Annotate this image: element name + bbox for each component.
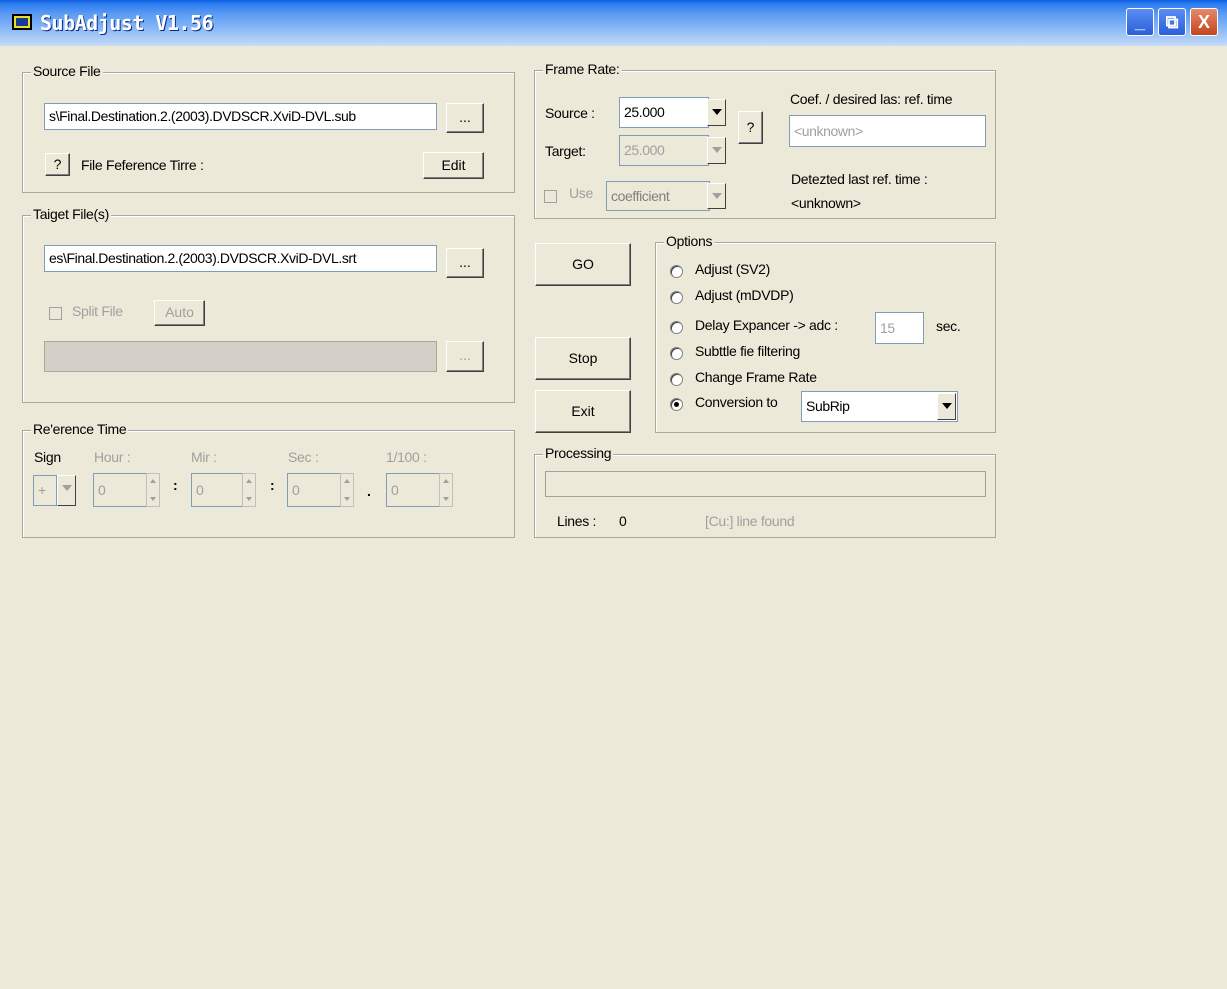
hundredth-label: 1/100 : xyxy=(386,449,427,465)
edit-button[interactable]: Edit xyxy=(423,152,484,179)
split-browse-button[interactable]: ... xyxy=(446,341,484,372)
option-delay-expander-radio[interactable] xyxy=(670,321,683,334)
use-label: Use xyxy=(569,185,593,201)
sec-hundredth-separator: . xyxy=(367,483,371,499)
coef-input[interactable]: <unknown> xyxy=(789,115,986,147)
detected-ref-time-label: Detezted last ref. time : xyxy=(791,171,928,187)
reference-time-legend: Re'erence Time xyxy=(31,421,129,437)
option-adjust-sv2-label: Adjust (SV2) xyxy=(695,261,770,277)
minimize-button[interactable]: _ xyxy=(1126,8,1154,36)
reference-time-group: Re'erence Time Sign Hour : Mir : Sec : 1… xyxy=(22,421,515,538)
processing-group: Processing Lines : 0 [Cu:] line found xyxy=(534,445,996,538)
split-file-label: Split File xyxy=(72,303,123,319)
sec-spinner[interactable] xyxy=(340,473,354,507)
options-legend: Options xyxy=(664,233,715,249)
source-rate-dropdown-arrow[interactable] xyxy=(707,99,726,126)
sec-input[interactable]: 0 xyxy=(287,473,341,507)
detected-ref-time-value: <unknown> xyxy=(791,195,861,211)
lines-count: 0 xyxy=(619,513,627,529)
conversion-format-select[interactable]: SubRip xyxy=(801,391,958,422)
hundredth-input[interactable]: 0 xyxy=(386,473,440,507)
frame-rates-legend: Frame Rate: xyxy=(543,61,622,77)
lines-label: Lines : xyxy=(557,513,597,529)
hour-min-separator: : xyxy=(173,477,178,493)
option-subtitle-filtering-label: Subttle fie filtering xyxy=(695,343,800,359)
target-rate-label: Target: xyxy=(545,143,586,159)
source-rate-label: Source : xyxy=(545,105,595,121)
sign-label: Sign xyxy=(34,449,61,465)
file-reference-time-label: File Feference Tirre : xyxy=(81,157,204,173)
source-file-legend: Source File xyxy=(31,63,103,79)
sign-select[interactable]: + xyxy=(33,475,57,506)
restore-button[interactable]: ⧉ xyxy=(1158,8,1186,36)
delay-unit-label: sec. xyxy=(936,318,961,334)
min-sec-separator: : xyxy=(270,477,275,493)
frame-rates-group: Frame Rate: Source : 25.000 Target: 25.0… xyxy=(534,61,996,219)
option-change-frame-rate-radio[interactable] xyxy=(670,373,683,386)
min-input[interactable]: 0 xyxy=(191,473,243,507)
delay-seconds-input[interactable]: 15 xyxy=(875,312,924,344)
use-mode-dropdown-arrow[interactable] xyxy=(707,183,726,209)
conversion-format-dropdown-arrow[interactable] xyxy=(937,393,956,420)
app-icon xyxy=(12,14,32,30)
go-button[interactable]: GO xyxy=(535,243,631,286)
target-rate-dropdown-arrow[interactable] xyxy=(707,137,726,164)
split-output-field[interactable] xyxy=(44,341,437,372)
title-bar: SubAdjust V1.56 _ ⧉ X xyxy=(0,0,1227,46)
sec-label: Sec : xyxy=(288,449,319,465)
min-label: Mir : xyxy=(191,449,217,465)
source-rate-select[interactable]: 25.000 xyxy=(619,97,709,128)
target-rate-select[interactable]: 25.000 xyxy=(619,135,709,166)
use-coefficient-checkbox[interactable] xyxy=(544,190,557,203)
option-adjust-sv2-radio[interactable] xyxy=(670,265,683,278)
exit-button[interactable]: Exit xyxy=(535,390,631,433)
hour-input[interactable]: 0 xyxy=(93,473,147,507)
option-adjust-mdvdp-radio[interactable] xyxy=(670,291,683,304)
stop-button[interactable]: Stop xyxy=(535,337,631,380)
source-file-path-input[interactable]: s\Final.Destination.2.(2003).DVDSCR.XviD… xyxy=(44,103,437,130)
target-browse-button[interactable]: ... xyxy=(446,248,484,278)
source-browse-button[interactable]: ... xyxy=(446,103,484,133)
coef-label: Coef. / desired las: ref. time xyxy=(790,91,953,107)
target-file-group: Taiget File(s) es\Final.Destination.2.(2… xyxy=(22,206,515,403)
option-adjust-mdvdp-label: Adjust (mDVDP) xyxy=(695,287,794,303)
options-group: Options Adjust (SV2) Adjust (mDVDP) Dela… xyxy=(655,233,996,433)
hundredth-spinner[interactable] xyxy=(439,473,453,507)
target-file-path-input[interactable]: es\Final.Destination.2.(2003).DVDSCR.Xvi… xyxy=(44,245,437,272)
source-file-group: Source File s\Final.Destination.2.(2003)… xyxy=(22,63,515,193)
processing-progress-bar xyxy=(545,471,986,497)
option-subtitle-filtering-radio[interactable] xyxy=(670,347,683,360)
close-button[interactable]: X xyxy=(1190,8,1218,36)
hour-label: Hour : xyxy=(94,449,131,465)
frame-rate-help-button[interactable]: ? xyxy=(738,111,763,144)
hour-spinner[interactable] xyxy=(146,473,160,507)
auto-button[interactable]: Auto xyxy=(154,300,205,326)
source-help-button[interactable]: ? xyxy=(45,153,70,176)
target-file-legend: Taiget File(s) xyxy=(31,206,111,222)
option-change-frame-rate-label: Change Frame Rate xyxy=(695,369,817,385)
min-spinner[interactable] xyxy=(242,473,256,507)
window-title: SubAdjust V1.56 xyxy=(40,11,214,35)
processing-legend: Processing xyxy=(543,445,614,461)
cut-line-found-label: [Cu:] line found xyxy=(705,513,795,529)
option-conversion-label: Conversion to xyxy=(695,394,778,410)
use-mode-select[interactable]: coefficient xyxy=(606,181,710,211)
sign-dropdown-arrow[interactable] xyxy=(57,475,76,506)
option-conversion-radio[interactable] xyxy=(670,398,683,411)
split-file-checkbox[interactable] xyxy=(49,307,62,320)
option-delay-expander-label: Delay Expancer -> adc : xyxy=(695,317,838,333)
